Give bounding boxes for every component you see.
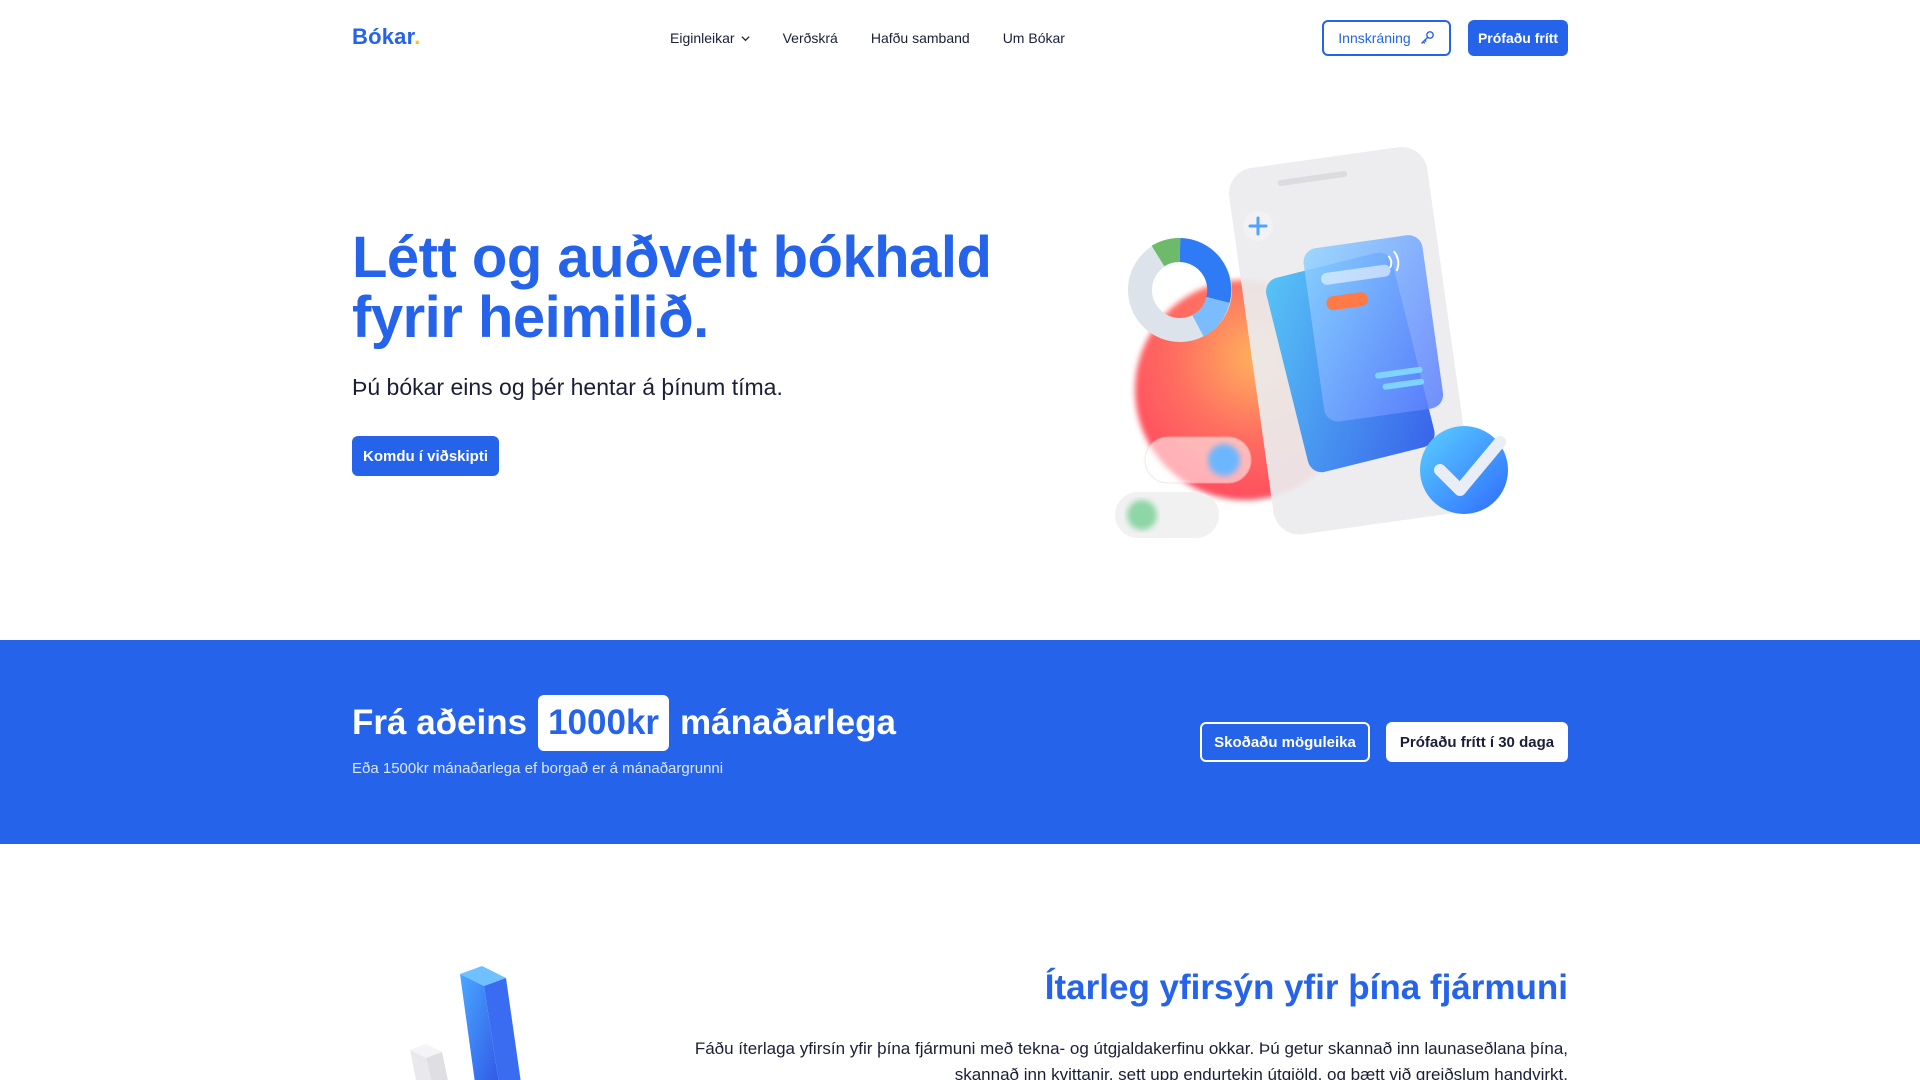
- feature-title: Ítarleg yfirsýn yfir þína fjármuni: [1044, 968, 1568, 1007]
- nav-item-label: Um Bókar: [1002, 30, 1065, 46]
- pricing-suffix: mánaðarlega: [680, 703, 896, 742]
- top-navigation: Bókar. Eiginleikar Verðskrá Hafðu samban…: [0, 0, 1920, 76]
- nav-item-label: Verðskrá: [782, 30, 838, 46]
- chevron-down-icon: [741, 35, 750, 41]
- hero-title: Létt og auðvelt bókhald fyrir heimilið.: [352, 225, 992, 350]
- key-icon: [1420, 31, 1434, 44]
- nav-links: Eiginleikar Verðskrá Hafðu samband Um Bó…: [670, 30, 1065, 46]
- brand-logo[interactable]: Bókar.: [352, 24, 420, 50]
- nav-item-contact[interactable]: Hafðu samband: [871, 30, 970, 46]
- try-free-button[interactable]: Prófaðu frítt: [1468, 20, 1568, 56]
- login-button-label: Innskráning: [1338, 30, 1411, 46]
- pricing-headline: Frá aðeins 1000kr mánaðarlega: [352, 695, 896, 751]
- view-options-button[interactable]: Skoðaðu möguleika: [1200, 722, 1370, 762]
- phone-illustration: [1115, 147, 1508, 538]
- pricing-prefix: Frá aðeins: [352, 703, 528, 742]
- nav-item-about[interactable]: Um Bókar: [1003, 30, 1065, 46]
- chart-illustration: [410, 966, 521, 1080]
- free-trial-button[interactable]: Prófaðu frítt í 30 daga: [1386, 722, 1568, 762]
- hero-subtitle: Þú bókar eins og þér hentar á þínum tíma…: [352, 374, 783, 400]
- login-button[interactable]: Innskráning: [1322, 20, 1451, 56]
- nav-item-label: Hafðu samband: [870, 30, 970, 46]
- feature-description: Fáðu íterlaga yfirsín yfir þína fjármuni…: [694, 1039, 1568, 1080]
- nav-item-label: Eiginleikar: [670, 30, 735, 46]
- price-badge: 1000kr: [538, 695, 670, 751]
- pricing-banner: Frá aðeins 1000kr mánaðarlega Eða 1500kr…: [0, 640, 1920, 844]
- pricing-note: Eða 1500kr mánaðarlega ef borgað er á má…: [352, 760, 724, 777]
- nav-item-features[interactable]: Eiginleikar: [670, 30, 750, 46]
- nav-item-pricing[interactable]: Verðskrá: [783, 30, 838, 46]
- get-started-button[interactable]: Komdu í viðskipti: [352, 436, 499, 476]
